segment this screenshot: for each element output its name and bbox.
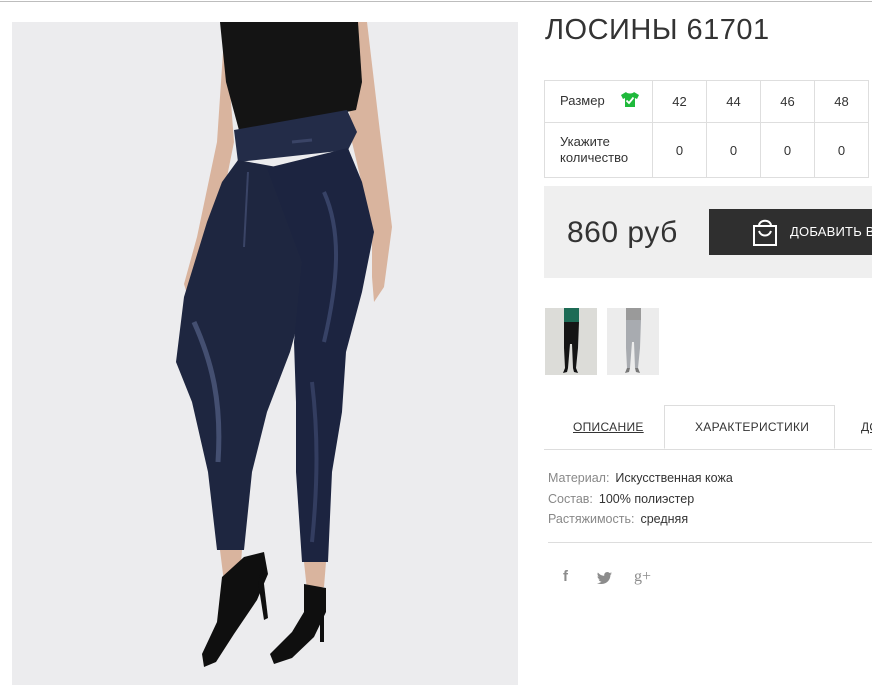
- thumbnail-black[interactable]: [545, 308, 597, 375]
- spec-value: Искусственная кожа: [615, 471, 733, 485]
- size-row-header: Размер: [544, 80, 653, 123]
- specs-list: Материал: Искусственная кожа Состав: 100% …: [548, 468, 733, 530]
- tab-more[interactable]: ДО: [861, 420, 872, 434]
- quantity-row: Укажите количество 0 0 0 0: [544, 122, 869, 178]
- shopping-bag-icon: [751, 217, 779, 252]
- facebook-icon[interactable]: f: [563, 568, 568, 585]
- google-plus-icon[interactable]: g+: [634, 568, 651, 586]
- quantity-label: Укажите количество: [544, 122, 653, 178]
- price-box: 860 руб ДОБАВИТЬ В: [544, 186, 872, 278]
- tabs-divider: [544, 449, 872, 450]
- spec-row: Растяжимость: средняя: [548, 509, 733, 530]
- add-to-cart-button[interactable]: ДОБАВИТЬ В: [709, 209, 872, 255]
- product-price: 860 руб: [567, 216, 678, 249]
- specs-divider: [548, 542, 872, 543]
- spec-row: Материал: Искусственная кожа: [548, 468, 733, 489]
- add-to-cart-label: ДОБАВИТЬ В: [790, 224, 872, 239]
- size-table: Размер 42 44 46 48 Укажите количество 0 …: [544, 80, 869, 178]
- size-cell[interactable]: 46: [760, 80, 815, 123]
- quantity-input[interactable]: 0: [652, 122, 707, 178]
- spec-label: Состав:: [548, 491, 593, 506]
- quantity-input[interactable]: 0: [760, 122, 815, 178]
- twitter-icon[interactable]: [597, 571, 612, 589]
- quantity-input[interactable]: 0: [706, 122, 761, 178]
- size-cell[interactable]: 44: [706, 80, 761, 123]
- top-rule: [0, 1, 872, 2]
- size-cell[interactable]: 42: [652, 80, 707, 123]
- spec-value: средняя: [640, 512, 689, 526]
- quantity-input[interactable]: 0: [814, 122, 869, 178]
- shirt-check-icon[interactable]: [620, 91, 640, 112]
- size-row: Размер 42 44 46 48: [544, 80, 869, 123]
- size-cell[interactable]: 48: [814, 80, 869, 123]
- tab-characteristics[interactable]: ХАРАКТЕРИСТИКИ: [664, 405, 835, 449]
- product-title: ЛОСИНЫ 61701: [545, 14, 770, 46]
- spec-value: 100% полиэстер: [598, 491, 695, 506]
- size-label: Размер: [560, 92, 605, 108]
- product-main-photo[interactable]: [12, 22, 518, 685]
- tab-characteristics-label: ХАРАКТЕРИСТИКИ: [695, 420, 810, 434]
- spec-row: Состав: 100% полиэстер: [548, 489, 733, 510]
- tab-description[interactable]: ОПИСАНИЕ: [573, 420, 644, 434]
- thumbnail-gray[interactable]: [607, 308, 659, 375]
- spec-label: Материал:: [548, 471, 610, 485]
- spec-label: Растяжимость:: [548, 512, 635, 526]
